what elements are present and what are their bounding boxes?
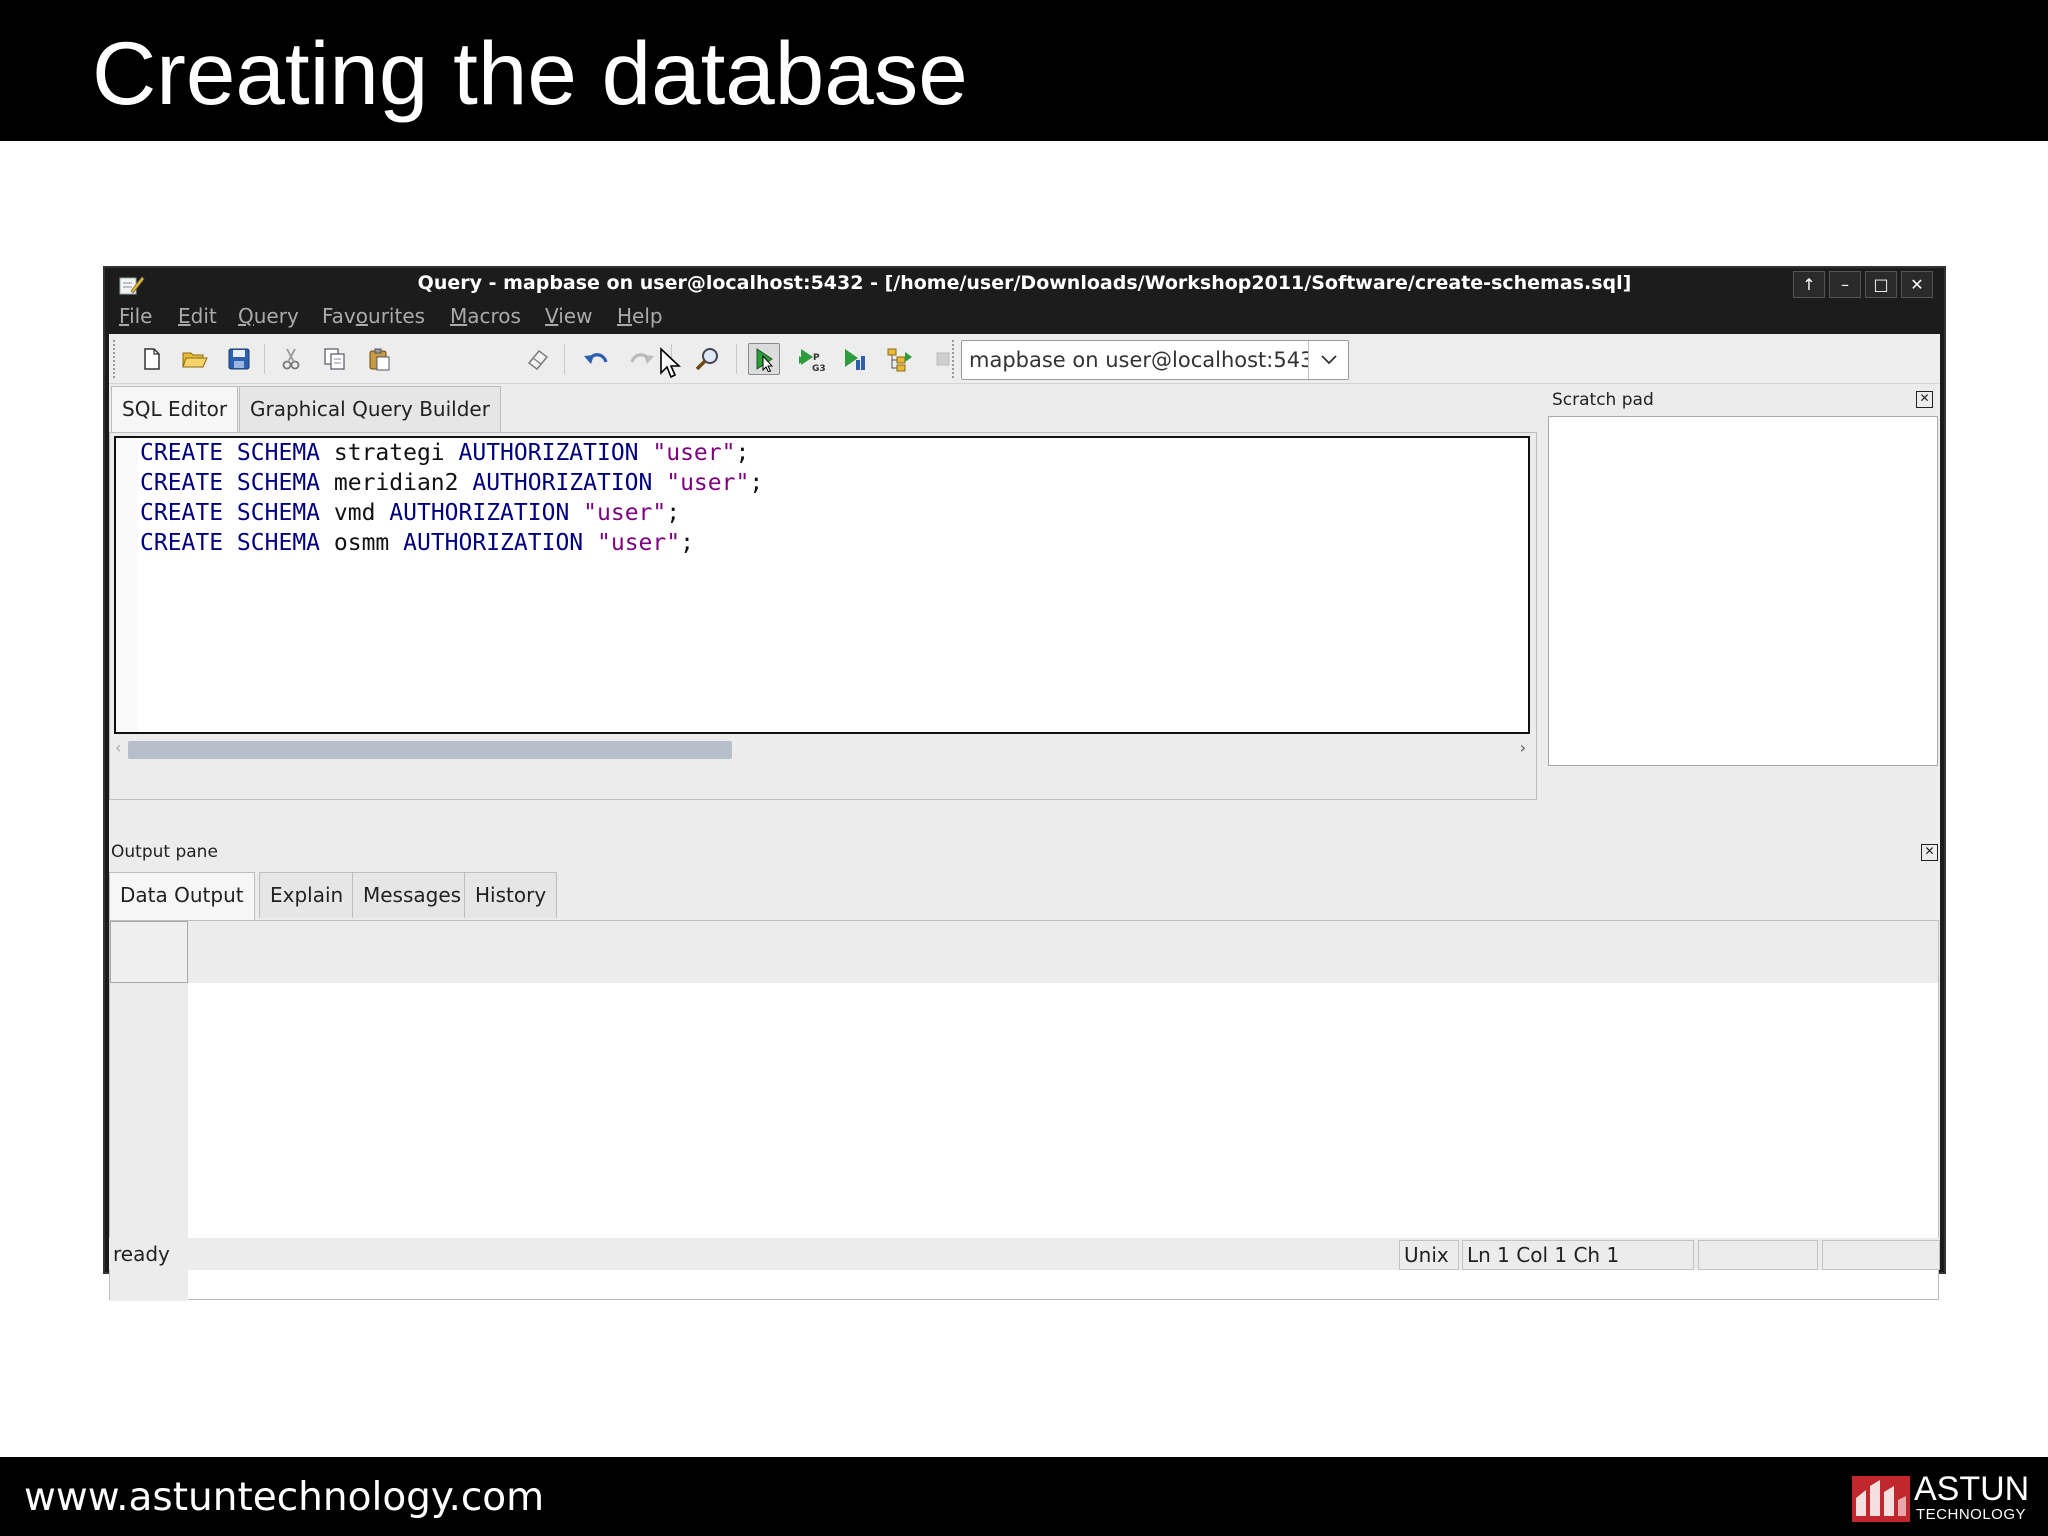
- logo-subtext: TECHNOLOGY: [1916, 1506, 2027, 1523]
- output-pane-label: Output pane: [111, 842, 218, 862]
- window-titlebar[interactable]: Query - mapbase on user@localhost:5432 -…: [105, 268, 1944, 302]
- clear-eraser-icon[interactable]: [522, 343, 554, 375]
- open-folder-icon[interactable]: [179, 343, 211, 375]
- svg-text:P: P: [813, 353, 820, 363]
- execute-to-file-icon[interactable]: P G3: [795, 343, 827, 375]
- menu-file[interactable]: File: [119, 304, 152, 328]
- toolbar-separator: [264, 344, 265, 374]
- close-icon[interactable]: ✕: [1921, 844, 1938, 861]
- tab-data-output[interactable]: Data Output: [109, 872, 255, 920]
- query-window: Query - mapbase on user@localhost:5432 -…: [103, 266, 1946, 1301]
- status-text: ready: [113, 1242, 170, 1266]
- status-cell-empty: [1822, 1240, 1940, 1270]
- toolbar: P G3 mapbase on user@localhost:543: [109, 334, 1940, 384]
- paste-icon[interactable]: [363, 343, 395, 375]
- shade-button[interactable]: ↑: [1793, 271, 1825, 298]
- status-cell-empty: [1698, 1240, 1818, 1270]
- toolbar-separator: [564, 344, 565, 374]
- line-ending-status: Unix: [1399, 1240, 1459, 1270]
- new-file-icon[interactable]: [136, 343, 168, 375]
- menu-bar: File Edit Query Favourites Macros View H…: [105, 302, 1944, 334]
- menu-view[interactable]: View: [545, 304, 592, 328]
- code-line: CREATE SCHEMA vmd AUTHORIZATION "user";: [140, 500, 681, 526]
- slide-header: Creating the database: [0, 0, 2048, 141]
- code-line: CREATE SCHEMA osmm AUTHORIZATION "user";: [140, 530, 694, 556]
- cursor-position-status: Ln 1 Col 1 Ch 1: [1462, 1240, 1694, 1270]
- close-icon[interactable]: ✕: [1916, 391, 1933, 408]
- logo-text: ASTUN: [1914, 1470, 2030, 1508]
- copy-icon[interactable]: [319, 343, 351, 375]
- toolbar-grip[interactable]: [113, 340, 117, 378]
- close-window-button[interactable]: ✕: [1901, 271, 1933, 298]
- code-line: CREATE SCHEMA meridian2 AUTHORIZATION "u…: [140, 470, 764, 496]
- minimize-button[interactable]: –: [1829, 271, 1861, 298]
- slide-title: Creating the database: [92, 23, 968, 123]
- tab-messages[interactable]: Messages: [352, 872, 473, 918]
- undo-icon[interactable]: [581, 343, 613, 375]
- pane-splitter[interactable]: [109, 838, 1940, 842]
- menu-help[interactable]: Help: [617, 304, 663, 328]
- scratch-pad: Scratch pad ✕: [1546, 386, 1940, 770]
- menu-favourites[interactable]: Favourites: [322, 304, 425, 328]
- toolbar-separator: [736, 344, 737, 374]
- scratch-pad-label: Scratch pad: [1552, 390, 1654, 410]
- tab-history[interactable]: History: [464, 872, 558, 918]
- menu-macros[interactable]: Macros: [450, 304, 521, 328]
- cut-icon[interactable]: [275, 343, 307, 375]
- svg-text:G3: G3: [812, 364, 825, 372]
- sql-editor[interactable]: CREATE SCHEMA strategi AUTHORIZATION "us…: [114, 436, 1530, 734]
- maximize-button[interactable]: □: [1865, 271, 1897, 298]
- menu-edit[interactable]: Edit: [178, 304, 217, 328]
- grid-corner[interactable]: [110, 921, 188, 983]
- scratch-pad-textarea[interactable]: [1548, 416, 1938, 766]
- scroll-left-icon[interactable]: ‹: [115, 738, 121, 757]
- grid-column-header: [110, 921, 1938, 983]
- astun-logo-icon: [1852, 1476, 1910, 1522]
- scrollbar-thumb[interactable]: [128, 741, 732, 759]
- connection-select-value: mapbase on user@localhost:543: [969, 348, 1309, 372]
- connection-select[interactable]: mapbase on user@localhost:543: [961, 340, 1349, 380]
- find-icon[interactable]: [691, 343, 723, 375]
- code-line: CREATE SCHEMA strategi AUTHORIZATION "us…: [140, 440, 750, 466]
- slide-footer: www.astuntechnology.com ASTUN TECHNOLOGY: [0, 1457, 2048, 1536]
- window-content: P G3 mapbase on user@localhost:543 SQL E…: [109, 334, 1940, 1301]
- explain-icon[interactable]: [839, 343, 871, 375]
- chevron-down-icon[interactable]: [1308, 341, 1348, 379]
- menu-query[interactable]: Query: [238, 304, 299, 328]
- status-bar: ready Unix Ln 1 Col 1 Ch 1: [109, 1238, 1940, 1270]
- editor-horizontal-scrollbar[interactable]: ‹ ›: [114, 737, 1530, 761]
- sql-code[interactable]: CREATE SCHEMA strategi AUTHORIZATION "us…: [140, 438, 763, 558]
- toolbar-grip[interactable]: [952, 340, 956, 378]
- explain-options-icon[interactable]: [883, 343, 915, 375]
- footer-url: www.astuntechnology.com: [24, 1475, 545, 1520]
- tab-graphical-query-builder[interactable]: Graphical Query Builder: [239, 386, 501, 432]
- scroll-right-icon[interactable]: ›: [1520, 738, 1526, 757]
- sql-editor-frame: CREATE SCHEMA strategi AUTHORIZATION "us…: [109, 432, 1537, 800]
- save-icon[interactable]: [223, 343, 255, 375]
- tab-sql-editor[interactable]: SQL Editor: [111, 386, 239, 434]
- mouse-pointer-icon: [660, 347, 682, 379]
- window-title: Query - mapbase on user@localhost:5432 -…: [417, 272, 1632, 294]
- astun-logo: ASTUN TECHNOLOGY: [1852, 1472, 2042, 1523]
- execute-icon[interactable]: [748, 343, 780, 375]
- editor-gutter: [116, 438, 138, 732]
- tab-explain[interactable]: Explain: [259, 872, 355, 918]
- redo-icon[interactable]: [625, 343, 657, 375]
